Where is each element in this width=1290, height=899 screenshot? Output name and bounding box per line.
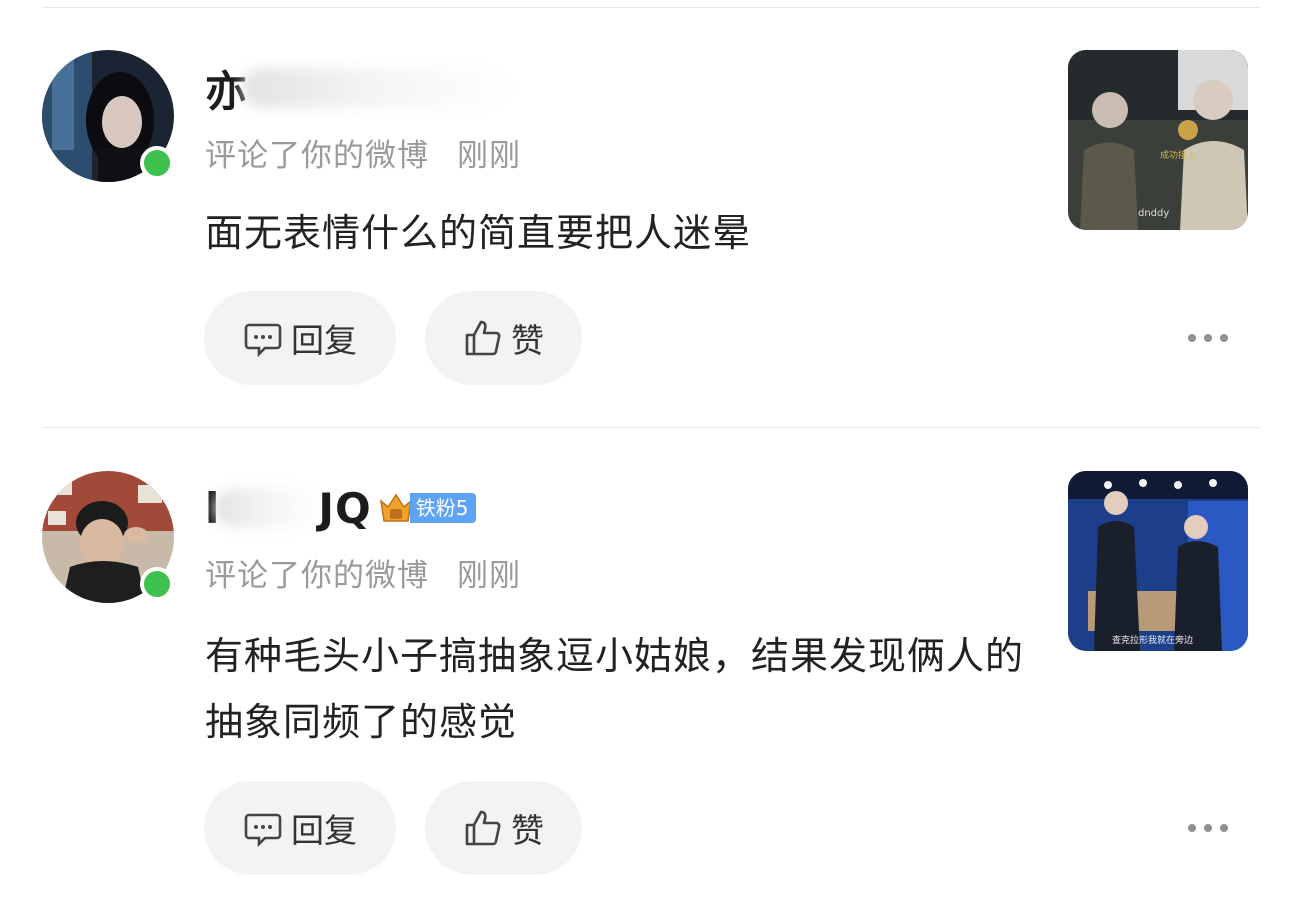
more-dots-icon[interactable] bbox=[1188, 824, 1228, 832]
avatar[interactable] bbox=[42, 50, 174, 182]
svg-text:成功接上: 成功接上 bbox=[1160, 149, 1196, 161]
username-row[interactable]: l JQ 铁粉5 bbox=[205, 478, 477, 538]
like-label: 赞 bbox=[511, 321, 544, 360]
comment-bubble-icon bbox=[244, 813, 282, 848]
reply-button[interactable]: 回复 bbox=[204, 781, 396, 875]
fan-badge-label: 铁粉5 bbox=[409, 493, 477, 523]
fan-crown-icon bbox=[379, 493, 412, 522]
timestamp: 刚刚 bbox=[457, 138, 521, 174]
comment-bubble-icon bbox=[244, 323, 282, 358]
like-button[interactable]: 赞 bbox=[425, 291, 582, 385]
svg-text:查克拉形我就在旁边: 查克拉形我就在旁边 bbox=[1112, 634, 1193, 646]
thumbnail-caption: dnddy bbox=[1138, 208, 1169, 219]
more-dots-icon[interactable] bbox=[1188, 334, 1228, 342]
comment-meta: 评论了你的微博 刚刚 bbox=[205, 130, 521, 175]
weibo-thumbnail[interactable]: 查克拉形我就在旁边 bbox=[1068, 471, 1248, 651]
online-status-dot bbox=[140, 146, 174, 180]
comment-text: 面无表情什么的简直要把人迷晕 bbox=[205, 211, 752, 255]
fan-badge[interactable]: 铁粉5 bbox=[378, 491, 477, 525]
top-divider bbox=[42, 7, 1260, 8]
action-text: 评论了你的微博 bbox=[205, 558, 429, 594]
weibo-thumbnail[interactable]: 成功接上 dnddy bbox=[1068, 50, 1248, 230]
reply-label: 回复 bbox=[291, 811, 357, 850]
like-button[interactable]: 赞 bbox=[425, 781, 582, 875]
card-divider bbox=[42, 427, 1260, 428]
username-mask bbox=[214, 488, 325, 528]
like-label: 赞 bbox=[511, 811, 544, 850]
reply-label: 回复 bbox=[291, 321, 357, 360]
timestamp: 刚刚 bbox=[457, 558, 521, 594]
thumbs-up-icon bbox=[465, 810, 501, 846]
comment-meta: 评论了你的微博 刚刚 bbox=[205, 550, 521, 595]
username-row[interactable]: 亦 bbox=[205, 58, 513, 118]
action-text: 评论了你的微博 bbox=[205, 138, 429, 174]
username-mask bbox=[242, 68, 513, 108]
online-status-dot bbox=[140, 567, 174, 601]
reply-button[interactable]: 回复 bbox=[204, 291, 396, 385]
username-tail[interactable]: JQ bbox=[318, 484, 371, 533]
avatar[interactable] bbox=[42, 471, 174, 603]
comment-text: 有种毛头小子搞抽象逗小姑娘，结果发现俩人的抽象同频了的感觉 bbox=[205, 634, 1025, 744]
thumbs-up-icon bbox=[465, 320, 501, 356]
